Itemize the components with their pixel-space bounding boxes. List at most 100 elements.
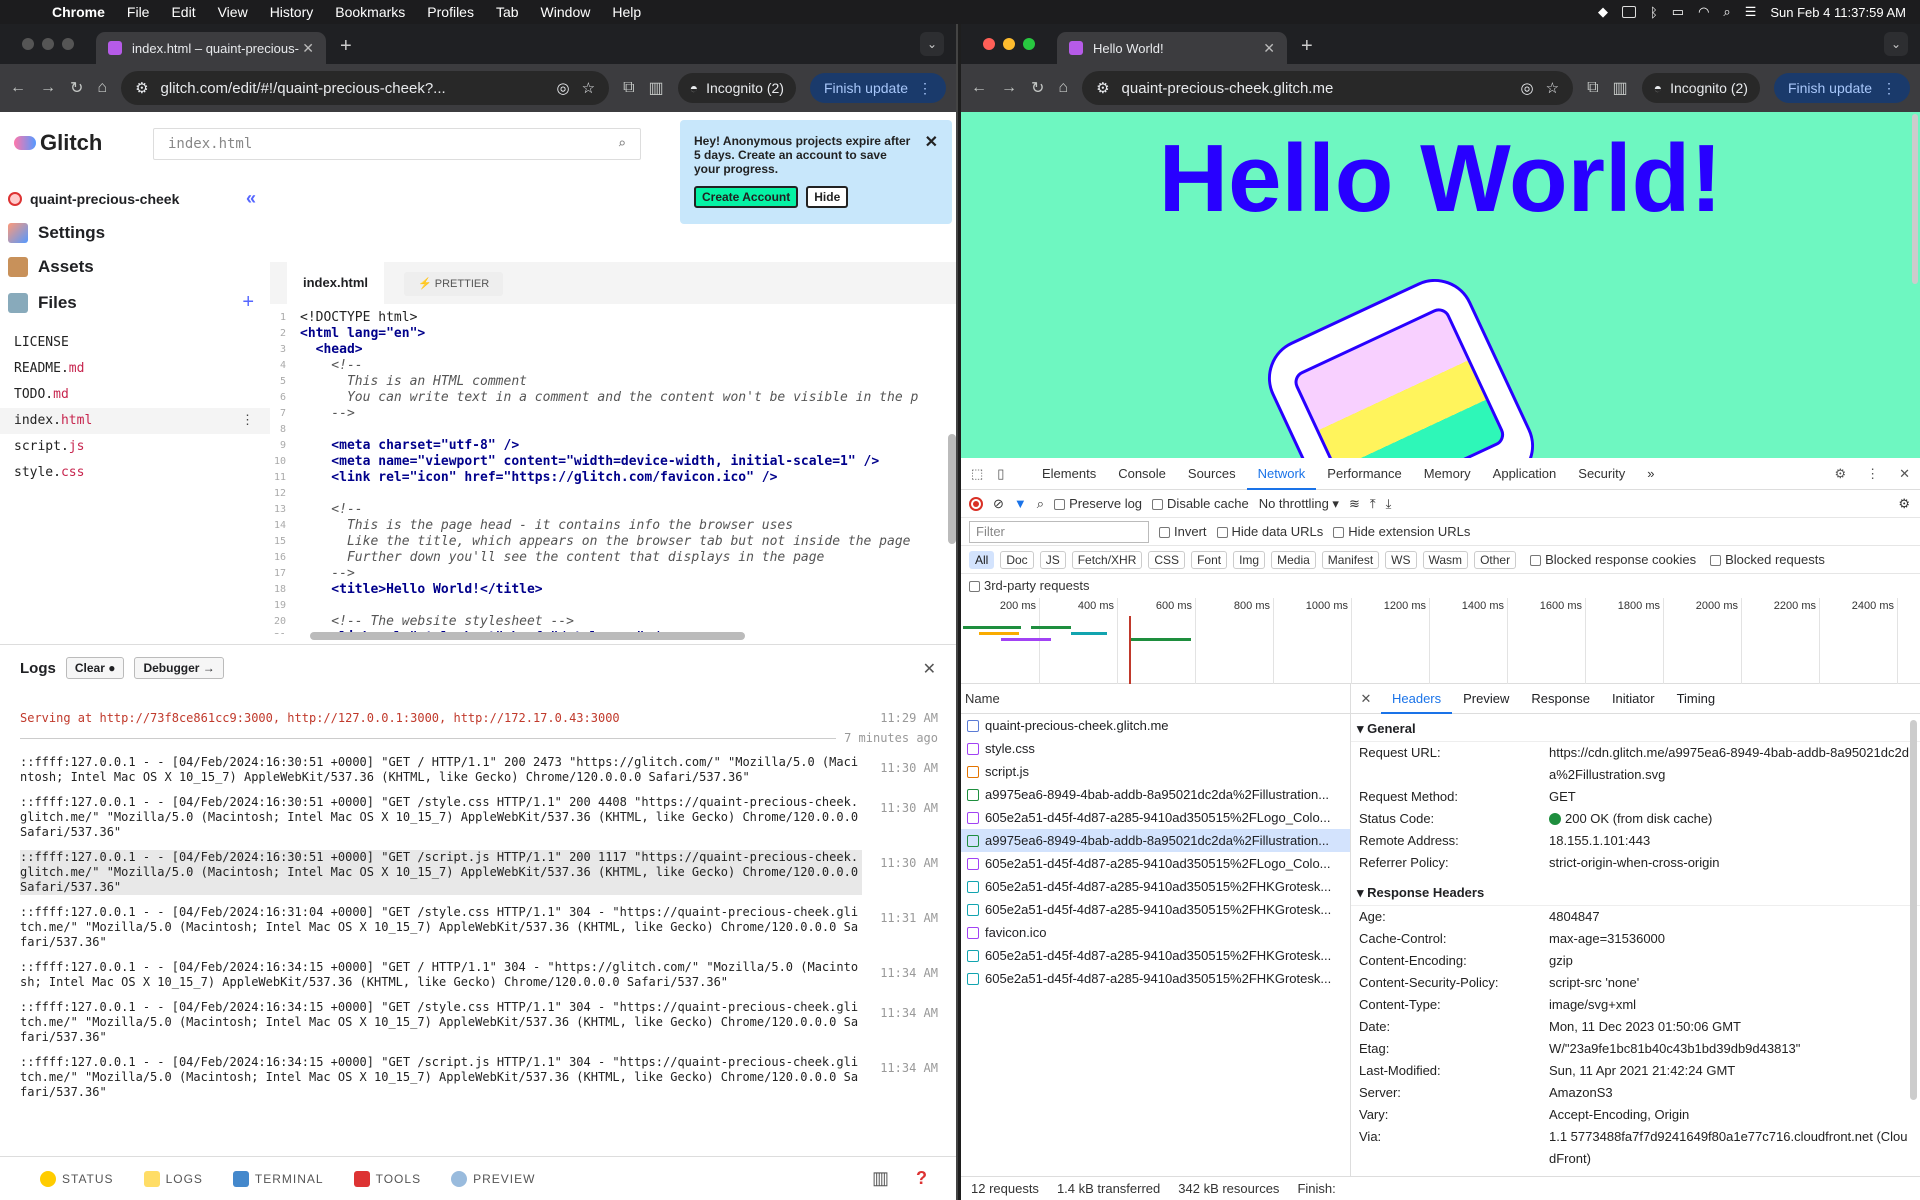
detail-tab-timing[interactable]: Timing (1666, 684, 1727, 714)
file-item[interactable]: TODO.md (0, 382, 270, 408)
home-icon[interactable]: ⌂ (1058, 79, 1068, 97)
forward-icon[interactable]: → (40, 79, 56, 97)
site-info-icon[interactable]: ⚙ (135, 79, 148, 97)
detail-tab-headers[interactable]: Headers (1381, 684, 1453, 714)
clock[interactable]: Sun Feb 4 11:37:59 AM (1770, 5, 1906, 20)
inspect-element-icon[interactable]: ⬚ (971, 466, 983, 482)
close-details-icon[interactable]: ✕ (1351, 691, 1381, 707)
file-item[interactable]: script.js (0, 434, 270, 460)
minimize-window-button[interactable] (1003, 38, 1015, 50)
tab-search-chevron-icon[interactable]: ⌄ (1884, 32, 1908, 56)
file-item[interactable]: README.md (0, 356, 270, 382)
prettier-button[interactable]: ⚡ PRETTIER (404, 272, 504, 296)
menu-item-tab[interactable]: Tab (496, 4, 519, 20)
request-row[interactable]: a9975ea6-8949-4bab-addb-8a95021dc2da%2Fi… (961, 783, 1350, 806)
bluetooth-icon[interactable]: ᛒ (1650, 5, 1658, 20)
battery-icon[interactable]: ▭ (1672, 4, 1684, 20)
request-row[interactable]: 605e2a51-d45f-4d87-a285-9410ad350515%2FL… (961, 806, 1350, 829)
devtools-tab-network[interactable]: Network (1246, 458, 1317, 490)
browser-tab[interactable]: Hello World! ✕ (1057, 32, 1287, 64)
more-tabs-icon[interactable]: » (1636, 458, 1665, 490)
kebab-menu-icon[interactable]: ⋮ (1866, 466, 1879, 482)
filter-input[interactable]: Filter (969, 520, 1149, 543)
terminal-button[interactable]: TERMINAL (232, 1170, 324, 1187)
import-har-icon[interactable]: ⤒ (1370, 496, 1376, 512)
request-row[interactable]: quaint-precious-cheek.glitch.me (961, 714, 1350, 737)
devtools-tab-sources[interactable]: Sources (1177, 458, 1247, 490)
clear-logs-button[interactable]: Clear ● (65, 657, 125, 679)
sidepanel-icon[interactable]: ▥ (1613, 78, 1628, 98)
logs-button[interactable]: LOGS (143, 1170, 203, 1187)
dropbox-icon[interactable]: ◆ (1598, 4, 1608, 20)
type-filter-other[interactable]: Other (1474, 550, 1517, 569)
filter-funnel-icon[interactable]: ▼ (1014, 496, 1027, 511)
hide-extension-urls-checkbox[interactable]: Hide extension URLs (1333, 524, 1470, 539)
blocked-requests-checkbox[interactable]: Blocked requests (1710, 552, 1825, 567)
screen-icon[interactable] (1621, 6, 1636, 18)
details-scrollbar[interactable] (1910, 720, 1917, 1100)
request-row[interactable]: 605e2a51-d45f-4d87-a285-9410ad350515%2FH… (961, 898, 1350, 921)
disable-cache-checkbox[interactable]: Disable cache (1152, 496, 1249, 511)
type-filter-wasm[interactable]: Wasm (1422, 550, 1469, 569)
zoom-window-button[interactable] (1023, 38, 1035, 50)
file-item[interactable]: LICENSE (0, 330, 270, 356)
preserve-log-checkbox[interactable]: Preserve log (1054, 496, 1142, 511)
collapse-sidebar-icon[interactable]: « (246, 188, 256, 209)
site-info-icon[interactable]: ⚙ (1096, 79, 1109, 97)
editor-vertical-scrollbar[interactable] (948, 434, 956, 544)
type-filter-all[interactable]: All (969, 550, 995, 569)
request-row[interactable]: a9975ea6-8949-4bab-addb-8a95021dc2da%2Fi… (961, 829, 1350, 852)
bookmark-star-icon[interactable]: ☆ (582, 79, 595, 97)
help-icon[interactable]: ? (916, 1168, 928, 1189)
zoom-window-button[interactable] (62, 38, 74, 50)
menu-item-view[interactable]: View (218, 4, 248, 20)
file-item[interactable]: style.css (0, 460, 270, 486)
type-filter-media[interactable]: Media (1271, 550, 1316, 569)
extension-icon[interactable]: ⧉ (1587, 79, 1598, 97)
close-window-button[interactable] (22, 38, 34, 50)
export-har-icon[interactable]: ⤓ (1386, 496, 1392, 512)
new-tab-icon[interactable]: + (340, 35, 352, 58)
clear-icon[interactable]: ⊘ (993, 496, 1004, 512)
status-button[interactable]: STATUS (40, 1170, 114, 1187)
forward-icon[interactable]: → (1001, 79, 1017, 97)
type-filter-font[interactable]: Font (1191, 550, 1228, 569)
menu-item-bookmarks[interactable]: Bookmarks (335, 4, 405, 20)
sidebar-item-files[interactable]: Files + (8, 291, 270, 314)
address-bar[interactable]: ⚙ glitch.com/edit/#!/quaint-precious-che… (121, 71, 610, 105)
type-filter-css[interactable]: CSS (1148, 550, 1186, 569)
sidebar-item-settings[interactable]: Settings (8, 223, 270, 243)
devtools-tab-security[interactable]: Security (1567, 458, 1636, 490)
reload-icon[interactable]: ↻ (1031, 78, 1044, 98)
tools-button[interactable]: TOOLS (353, 1170, 421, 1187)
incognito-badge[interactable]: ◓ Incognito (2) (1641, 73, 1760, 103)
minimize-window-button[interactable] (42, 38, 54, 50)
file-search-input[interactable]: index.html ⌕ (153, 128, 641, 160)
close-logs-icon[interactable]: ✕ (923, 659, 936, 679)
glitch-logo[interactable]: Glitch (14, 130, 154, 156)
request-row[interactable]: 605e2a51-d45f-4d87-a285-9410ad350515%2FH… (961, 967, 1350, 990)
request-row[interactable]: script.js (961, 760, 1350, 783)
search-icon[interactable]: ⌕ (1037, 496, 1044, 512)
wifi-icon[interactable]: ◠ (1698, 4, 1709, 20)
preview-button[interactable]: PREVIEW (451, 1170, 535, 1187)
code-editor[interactable]: 1 <!DOCTYPE html> 2 <html lang="en"> 3 <head… (270, 304, 956, 634)
incognito-badge[interactable]: ◓ Incognito (2) (677, 73, 796, 103)
hide-button[interactable]: Hide (806, 186, 849, 208)
back-icon[interactable]: ← (971, 79, 987, 97)
sidepanel-icon[interactable]: ▥ (649, 78, 664, 98)
request-row[interactable]: 605e2a51-d45f-4d87-a285-9410ad350515%2FH… (961, 944, 1350, 967)
request-row[interactable]: 605e2a51-d45f-4d87-a285-9410ad350515%2FH… (961, 875, 1350, 898)
file-options-icon[interactable]: ⋮ (241, 408, 254, 434)
devtools-tab-application[interactable]: Application (1482, 458, 1568, 490)
request-row[interactable]: style.css (961, 737, 1350, 760)
devtools-tab-elements[interactable]: Elements (1031, 458, 1107, 490)
blocked-cookies-checkbox[interactable]: Blocked response cookies (1530, 552, 1696, 567)
devtools-tab-performance[interactable]: Performance (1316, 458, 1412, 490)
new-tab-icon[interactable]: + (1301, 35, 1313, 58)
bookmark-star-icon[interactable]: ☆ (1546, 79, 1559, 97)
back-icon[interactable]: ← (10, 79, 26, 97)
type-filter-js[interactable]: JS (1039, 550, 1066, 569)
type-filter-fetchxhr[interactable]: Fetch/XHR (1071, 550, 1143, 569)
detail-tab-preview[interactable]: Preview (1452, 684, 1520, 714)
